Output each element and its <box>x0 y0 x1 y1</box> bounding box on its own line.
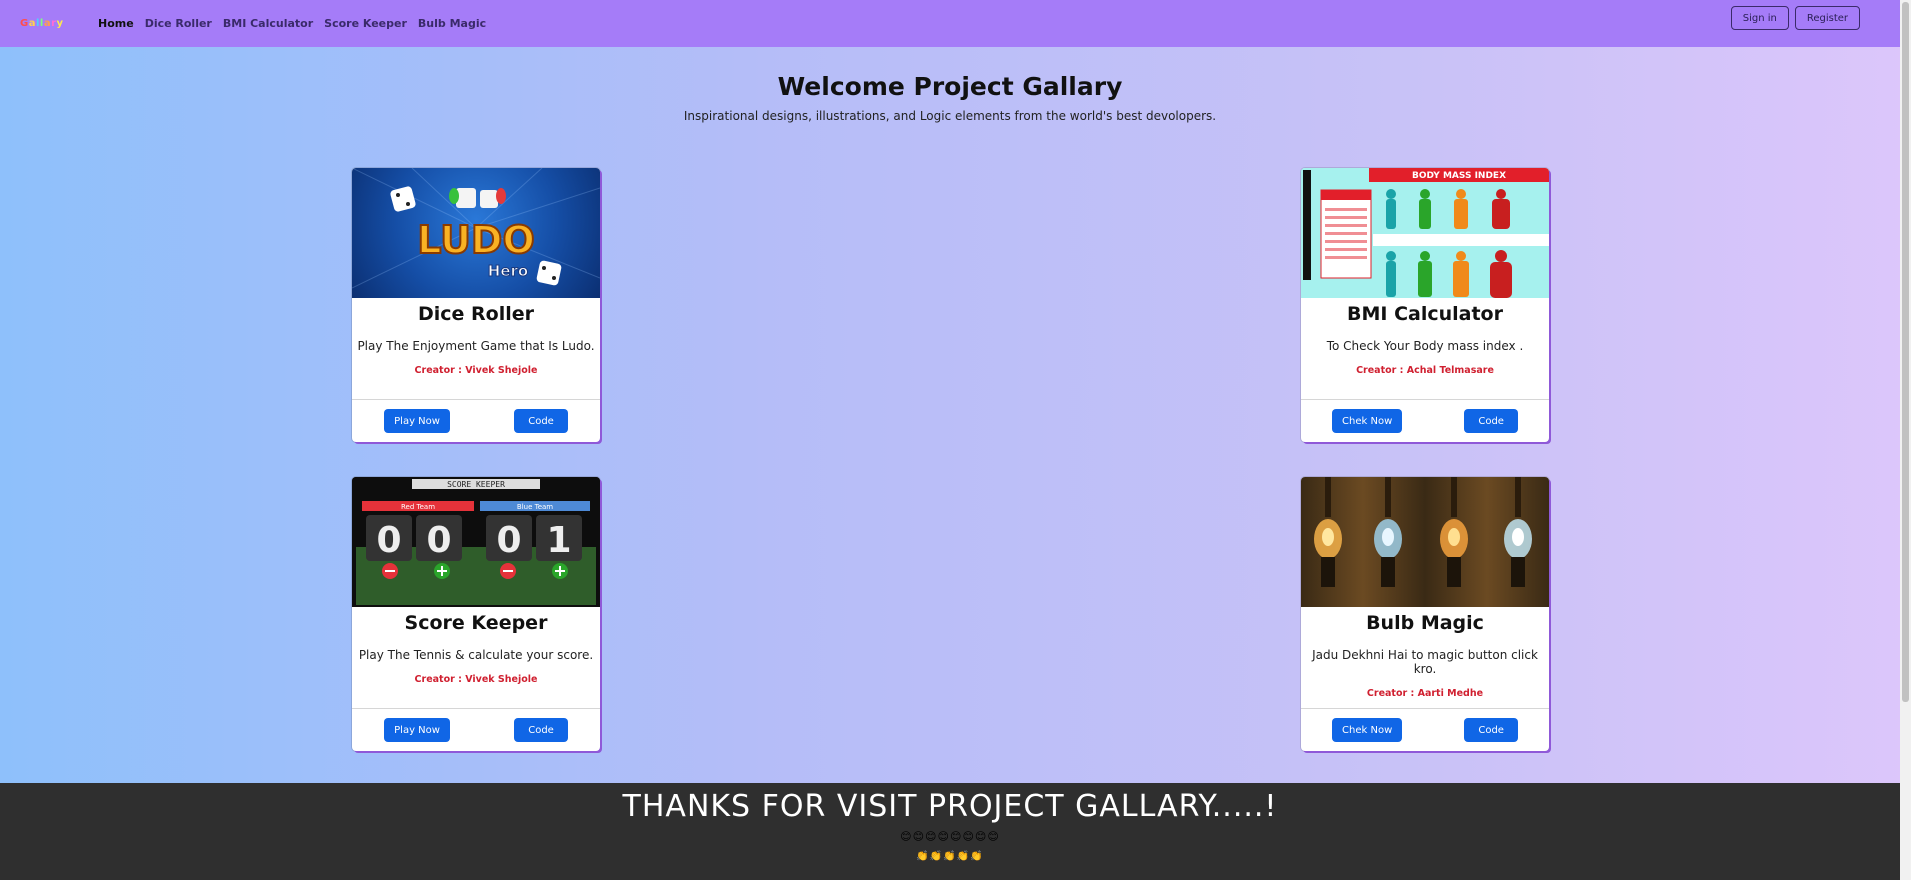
card-dice-roller: LUDO Hero Dice Roller Play The Enjoyment… <box>352 168 600 442</box>
card-footer: Play Now Code <box>352 708 600 751</box>
hero: Welcome Project Gallary Inspirational de… <box>0 72 1900 123</box>
bulb-image <box>1301 477 1549 607</box>
card-title: BMI Calculator <box>1347 303 1503 325</box>
play-now-button[interactable]: Play Now <box>384 409 450 433</box>
check-now-button[interactable]: Chek Now <box>1332 718 1403 742</box>
play-now-button[interactable]: Play Now <box>384 718 450 742</box>
svg-text:0: 0 <box>376 520 401 561</box>
svg-text:0: 0 <box>426 520 451 561</box>
code-button[interactable]: Code <box>1464 409 1518 433</box>
card-score-keeper: SCORE KEEPER Red Team Blue Team 0 0 0 1 … <box>352 477 600 751</box>
svg-text:1: 1 <box>546 520 571 561</box>
sign-in-button[interactable]: Sign in <box>1730 6 1789 30</box>
nav-links: Home Dice Roller BMI Calculator Score Ke… <box>98 17 497 30</box>
code-button[interactable]: Code <box>1464 718 1518 742</box>
svg-text:0: 0 <box>496 520 521 561</box>
footer: THANKS FOR VISIT PROJECT GALLARY.....! 😊… <box>0 783 1900 880</box>
card-bmi-calculator: BODY MASS INDEX BMI Calculator To Check … <box>1301 168 1549 442</box>
ludo-image: LUDO Hero <box>352 168 600 298</box>
brand-logo[interactable]: Gallary <box>20 17 72 31</box>
card-description: Jadu Dekhni Hai to magic button click kr… <box>1312 648 1538 676</box>
card-description: Play The Enjoyment Game that Is Ludo. <box>357 339 595 353</box>
card-title: Dice Roller <box>417 303 534 325</box>
footer-emoji-row: 😊😊😊😊😊😊😊😊 <box>900 830 1000 843</box>
page-subtitle: Inspirational designs, illustrations, an… <box>683 109 1217 123</box>
nav-link-bmi-calculator[interactable]: BMI Calculator <box>223 17 313 30</box>
card-creator: Creator : Achal Telmasare <box>1356 365 1494 376</box>
navbar: Gallary Home Dice Roller BMI Calculator … <box>0 0 1900 47</box>
card-description: Play The Tennis & calculate your score. <box>358 648 594 662</box>
svg-text:Blue Team: Blue Team <box>517 503 553 511</box>
card-footer: Chek Now Code <box>1301 708 1549 751</box>
code-button[interactable]: Code <box>514 409 568 433</box>
page-scrollbar[interactable] <box>1900 0 1911 880</box>
score-keeper-image: SCORE KEEPER Red Team Blue Team 0 0 0 1 <box>352 477 600 607</box>
nav-link-dice-roller[interactable]: Dice Roller <box>145 17 212 30</box>
card-description: To Check Your Body mass index . <box>1326 339 1524 353</box>
code-button[interactable]: Code <box>514 718 568 742</box>
nav-link-home[interactable]: Home <box>98 17 134 30</box>
card-footer: Chek Now Code <box>1301 399 1549 442</box>
register-button[interactable]: Register <box>1794 6 1860 30</box>
check-now-button[interactable]: Chek Now <box>1332 409 1403 433</box>
card-footer: Play Now Code <box>352 399 600 442</box>
svg-text:SCORE KEEPER: SCORE KEEPER <box>447 480 505 489</box>
card-title: Bulb Magic <box>1366 612 1484 634</box>
card-creator: Creator : Vivek Shejole <box>414 365 538 376</box>
nav-link-bulb-magic[interactable]: Bulb Magic <box>418 17 486 30</box>
card-bulb-magic: Bulb Magic Jadu Dekhni Hai to magic butt… <box>1301 477 1549 751</box>
nav-link-score-keeper[interactable]: Score Keeper <box>324 17 407 30</box>
bmi-image: BODY MASS INDEX <box>1301 168 1549 298</box>
footer-clap-row: 👏👏👏👏👏 <box>916 851 984 862</box>
svg-text:LUDO: LUDO <box>417 218 535 262</box>
card-creator: Creator : Vivek Shejole <box>414 674 538 685</box>
page-title: Welcome Project Gallary <box>777 72 1123 101</box>
card-title: Score Keeper <box>404 612 548 634</box>
svg-text:BODY MASS INDEX: BODY MASS INDEX <box>1412 171 1506 181</box>
svg-text:Hero: Hero <box>488 262 528 280</box>
footer-title: THANKS FOR VISIT PROJECT GALLARY.....! <box>622 789 1278 824</box>
card-creator: Creator : Aarti Medhe <box>1366 688 1484 699</box>
scrollbar-thumb[interactable] <box>1902 2 1909 702</box>
svg-text:Red Team: Red Team <box>401 503 435 511</box>
